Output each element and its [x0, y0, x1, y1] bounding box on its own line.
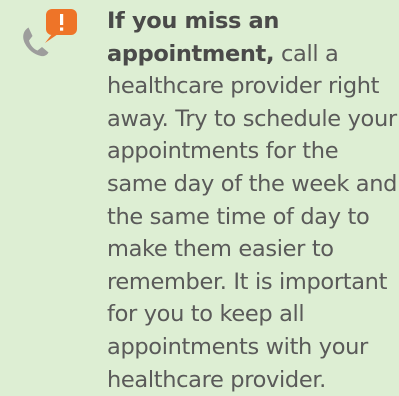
- alert-badge-icon: [45, 9, 77, 43]
- tip-lead: If you miss an appointment,: [107, 8, 280, 67]
- phone-icon: [23, 9, 77, 57]
- phone-alert-icon: [14, 8, 84, 58]
- tip-body: call a healthcare provider right away. T…: [107, 40, 398, 393]
- appointment-tip-text: If you miss an appointment, call a healt…: [107, 5, 399, 396]
